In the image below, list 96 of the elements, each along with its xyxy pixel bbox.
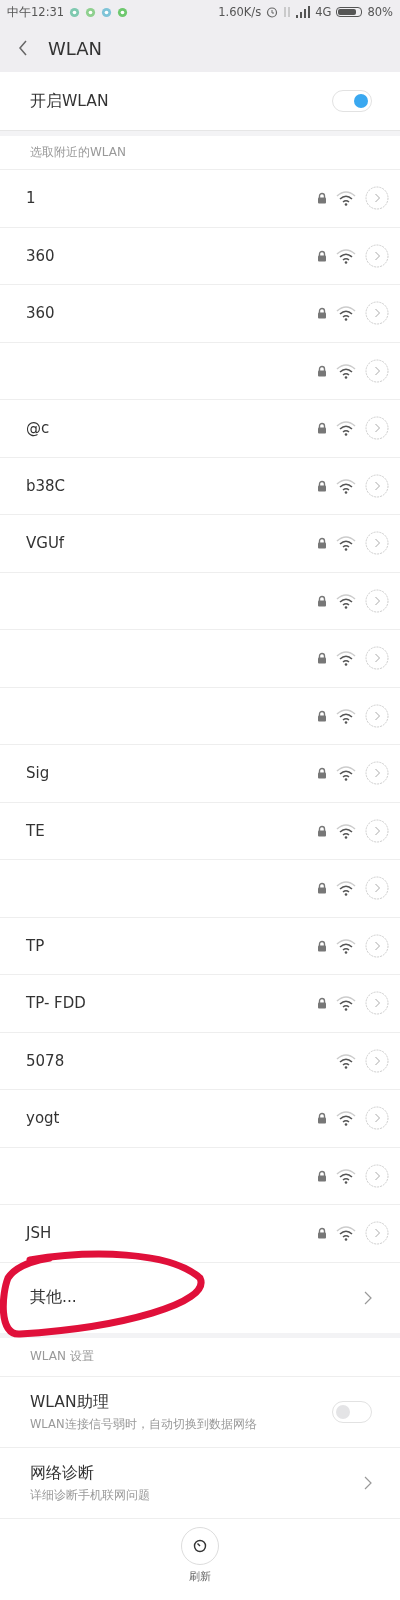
details-chevron-icon[interactable] [365, 358, 389, 383]
refresh-button[interactable] [181, 1526, 219, 1565]
wlan-toggle[interactable] [332, 90, 372, 112]
alarm-icon [266, 6, 279, 18]
network-name: TP- FDD [26, 994, 86, 1013]
network-row[interactable]: 1 [0, 170, 400, 228]
battery-icon [336, 7, 363, 17]
app-notification-icon [69, 6, 81, 18]
wifi-signal-icon [336, 362, 356, 379]
settings-row[interactable]: 网络诊断 详细诊断手机联网问题 [0, 1447, 400, 1519]
network-row[interactable]: Sig [0, 745, 400, 803]
wifi-signal-icon [336, 995, 356, 1012]
details-chevron-icon[interactable] [365, 876, 389, 901]
network-row[interactable]: 360 [0, 227, 400, 285]
details-chevron-icon[interactable] [365, 703, 389, 728]
setting-description: WLAN连接信号弱时，自动切换到数据网络 [30, 1416, 257, 1432]
network-type: 4G [315, 5, 332, 19]
details-chevron-icon[interactable] [365, 531, 389, 556]
setting-title: WLAN助理 [30, 1391, 110, 1413]
network-name: JSH [26, 1224, 52, 1243]
app-notification-icon [117, 6, 129, 18]
details-chevron-icon[interactable] [365, 1221, 389, 1246]
section-heading: 选取附近的WLAN [0, 136, 400, 170]
details-chevron-icon[interactable] [365, 473, 389, 498]
wifi-signal-icon [336, 765, 356, 782]
data-transfer-icon [283, 6, 292, 18]
other-label: 其他... [30, 1287, 77, 1308]
chevron-icon [364, 1290, 372, 1305]
wifi-signal-icon [336, 305, 356, 322]
details-chevron-icon[interactable] [365, 761, 389, 786]
details-chevron-icon[interactable] [365, 1106, 389, 1131]
network-name: VGUf [26, 534, 65, 553]
network-row[interactable]: yogt [0, 1090, 400, 1148]
app-notification-icon [101, 6, 113, 18]
network-name: 5078 [26, 1051, 65, 1070]
wifi-signal-icon [336, 1110, 356, 1127]
network-row[interactable]: TE [0, 802, 400, 860]
network-name: 360 [26, 246, 55, 265]
refresh-label: 刷新 [189, 1568, 211, 1584]
network-name: 1 [26, 189, 36, 208]
details-chevron-icon[interactable] [365, 646, 389, 671]
wifi-signal-icon [336, 880, 356, 897]
wifi-signal-icon [336, 535, 356, 552]
details-chevron-icon[interactable] [365, 186, 389, 211]
chevron-icon [364, 1475, 372, 1490]
network-row[interactable]: TP- FDD [0, 975, 400, 1033]
network-name: b38C [26, 476, 66, 495]
wifi-signal-icon [336, 190, 356, 207]
network-name: Sig [26, 764, 50, 783]
setting-toggle[interactable] [332, 1400, 372, 1423]
back-icon[interactable] [18, 39, 28, 57]
wifi-signal-icon [336, 650, 356, 667]
wifi-signal-icon [336, 707, 356, 724]
refresh-icon [193, 1538, 207, 1553]
details-chevron-icon[interactable] [365, 1163, 389, 1188]
page-title: WLAN [48, 37, 103, 59]
network-name: @c [26, 419, 50, 438]
network-row[interactable]: 5078 [0, 1032, 400, 1090]
status-time: 中午12:31 [7, 4, 65, 20]
setting-description: 详细诊断手机联网问题 [30, 1487, 150, 1503]
network-row[interactable]: @c [0, 400, 400, 458]
network-name: TP [26, 936, 45, 955]
app-notification-icon [85, 6, 97, 18]
details-chevron-icon[interactable] [365, 818, 389, 843]
wifi-signal-icon [336, 1225, 356, 1242]
wifi-signal-icon [336, 1052, 356, 1069]
network-name: 360 [26, 304, 55, 323]
wifi-signal-icon [336, 822, 356, 839]
network-row[interactable]: b38C [0, 457, 400, 515]
wifi-signal-icon [336, 1167, 356, 1184]
other-network-row[interactable]: 其他... [0, 1262, 400, 1333]
settings-row[interactable]: WLAN助理 WLAN连接信号弱时，自动切换到数据网络 [0, 1376, 400, 1448]
network-row[interactable]: TP [0, 917, 400, 975]
network-row[interactable]: JSH [0, 1205, 400, 1263]
details-chevron-icon[interactable] [365, 243, 389, 268]
wifi-signal-icon [336, 937, 356, 954]
details-chevron-icon[interactable] [365, 991, 389, 1016]
wifi-signal-icon [336, 247, 356, 264]
network-row[interactable]: 360 [0, 285, 400, 343]
network-speed: 1.60K/s [218, 5, 262, 19]
details-chevron-icon[interactable] [365, 416, 389, 441]
wlan-label: 开启WLAN [30, 90, 109, 112]
setting-title: 网络诊断 [30, 1462, 95, 1484]
network-row[interactable]: VGUf [0, 515, 400, 573]
details-chevron-icon[interactable] [365, 1048, 389, 1073]
wifi-signal-icon [336, 420, 356, 437]
wifi-signal-icon [336, 592, 356, 609]
network-name: TE [26, 821, 45, 840]
network-name: yogt [26, 1109, 60, 1128]
details-chevron-icon[interactable] [365, 933, 389, 958]
wifi-signal-icon [336, 477, 356, 494]
details-chevron-icon[interactable] [365, 588, 389, 613]
section-heading: WLAN 设置 [0, 1337, 400, 1377]
cell-signal-icon [296, 6, 311, 18]
details-chevron-icon[interactable] [365, 301, 389, 326]
battery-percent: 80% [367, 5, 393, 19]
